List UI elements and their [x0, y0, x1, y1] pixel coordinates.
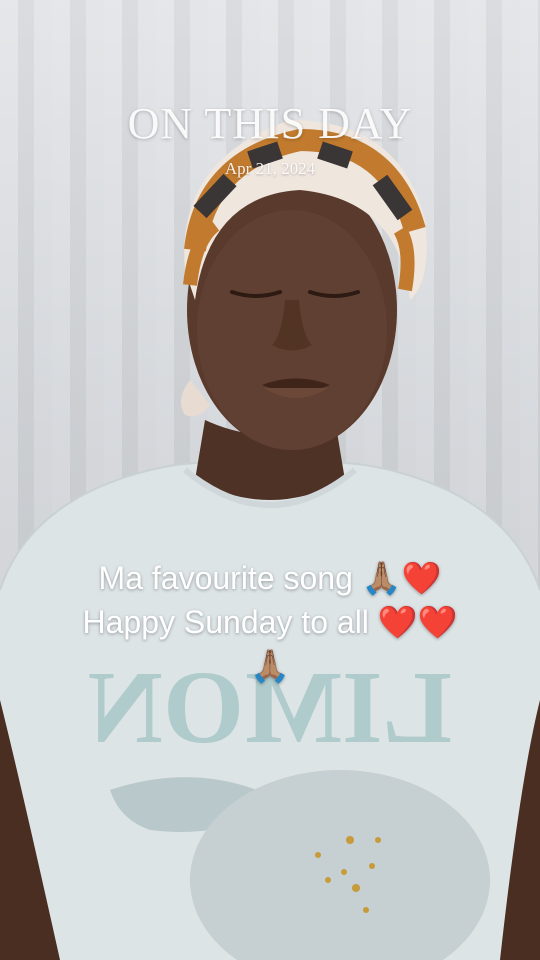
video-frame: LIMON ON THIS DAY Apr 21, 2024 Ma favour… [0, 0, 540, 960]
caption-line-1: Ma favourite song 🙏🏽❤️ [98, 560, 442, 596]
on-this-day-title: ON THIS DAY [127, 99, 413, 148]
caption-line-3: 🙏🏽 [250, 648, 290, 684]
caption-line-2: Happy Sunday to all ❤️❤️ [82, 604, 458, 640]
video-caption: Ma favourite song 🙏🏽❤️ Happy Sunday to a… [10, 556, 530, 688]
memory-date: Apr 21, 2024 [224, 159, 316, 178]
